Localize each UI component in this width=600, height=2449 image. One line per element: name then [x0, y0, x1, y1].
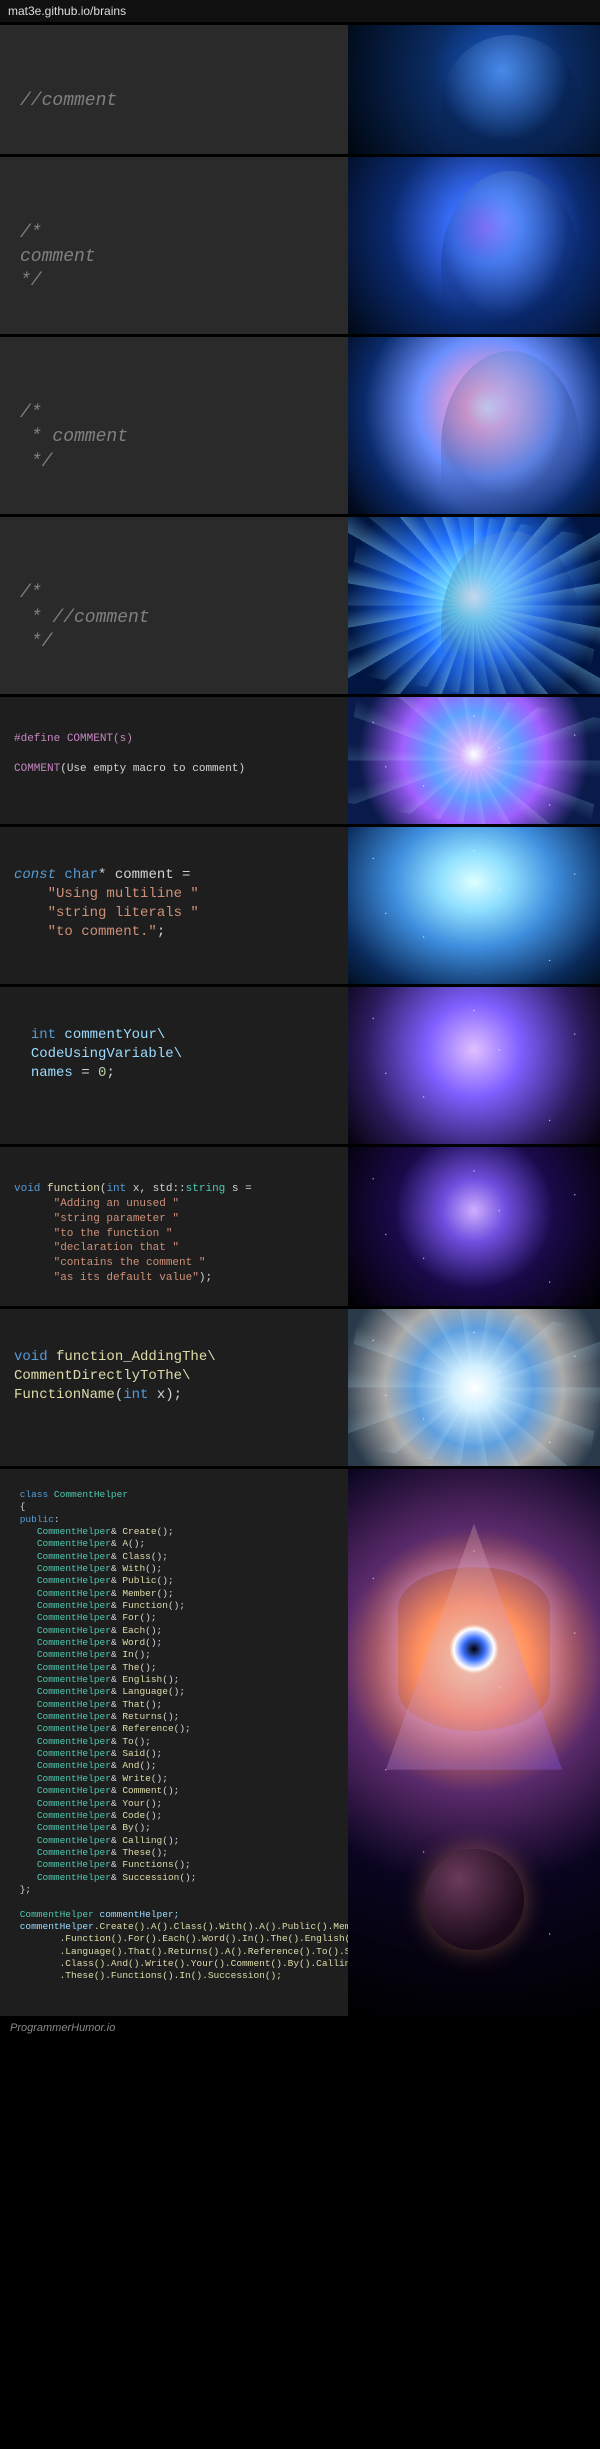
string-4: "declaration that " — [54, 1242, 179, 1254]
comment-close: */ — [20, 452, 52, 472]
eye-icon — [398, 1567, 549, 1731]
macro-call: COMMENT — [14, 763, 60, 775]
comment-text: //comment — [20, 91, 117, 111]
fn-line1: function_AddingThe\ — [48, 1349, 216, 1365]
brain-image-2 — [348, 157, 600, 334]
code-panel-7: int commentYour\ CodeUsingVariable\ name… — [0, 987, 348, 1144]
comment-open: /* — [20, 223, 42, 243]
planet-icon — [424, 1849, 525, 1950]
string-3: "to the function " — [54, 1228, 173, 1240]
string-2: "string parameter " — [54, 1213, 179, 1225]
code-panel-5: #define COMMENT(s) COMMENT(Use empty mac… — [0, 697, 348, 824]
string-1: "Adding an unused " — [54, 1198, 179, 1210]
comment-close: */ — [20, 632, 52, 652]
string-2: "string literals " — [48, 905, 199, 921]
meme-row-7: int commentYour\ CodeUsingVariable\ name… — [0, 984, 600, 1144]
var-line3: names — [31, 1065, 73, 1081]
string-6: "as its default value" — [54, 1272, 199, 1284]
equals: = — [174, 867, 191, 883]
brain-image-4 — [348, 517, 600, 694]
fn-line2: CommentDirectlyToThe\ — [14, 1368, 190, 1384]
meme-row-10: class CommentHelper { public: CommentHel… — [0, 1466, 600, 2016]
meme-row-8: void function(int x, std::string s = "Ad… — [0, 1144, 600, 1306]
void-keyword: void — [14, 1183, 40, 1195]
comment-open: /* — [20, 403, 42, 423]
semicolon: ; — [106, 1065, 114, 1081]
macro-args: (Use empty macro to comment) — [60, 763, 245, 775]
brain-image-3 — [348, 337, 600, 514]
define-keyword: #define — [14, 733, 60, 745]
code-panel-1: //comment — [0, 25, 348, 154]
meme-row-4: /* * //comment */ — [0, 514, 600, 694]
code-panel-8: void function(int x, std::string s = "Ad… — [0, 1147, 348, 1306]
code-panel-6: const char* comment = "Using multiline "… — [0, 827, 348, 984]
meme-row-1: //comment — [0, 22, 600, 154]
brain-image-5 — [348, 697, 600, 824]
int-keyword: int — [31, 1027, 56, 1043]
meme-row-2: /* comment */ — [0, 154, 600, 334]
brain-image-7 — [348, 987, 600, 1144]
function-name: function — [40, 1183, 99, 1195]
comment-body: comment — [20, 247, 96, 267]
meme-row-6: const char* comment = "Using multiline "… — [0, 824, 600, 984]
brain-image-8 — [348, 1147, 600, 1306]
watermark: ProgrammerHumor.io — [0, 2016, 600, 2040]
code-panel-9: void function_AddingThe\ CommentDirectly… — [0, 1309, 348, 1466]
fn-line3: FunctionName — [14, 1387, 115, 1403]
brain-image-9 — [348, 1309, 600, 1466]
var-line1: commentYour\ — [56, 1027, 165, 1043]
const-keyword: const — [14, 867, 56, 883]
code-panel-4: /* * //comment */ — [0, 517, 348, 694]
comment-close: */ — [20, 271, 42, 291]
code-panel-2: /* comment */ — [0, 157, 348, 334]
semicolon: ; — [157, 924, 165, 940]
char-keyword: char — [56, 867, 98, 883]
var-name: * comment — [98, 867, 174, 883]
code-panel-10: class CommentHelper { public: CommentHel… — [0, 1469, 348, 2016]
equals: = — [73, 1065, 98, 1081]
macro-name: COMMENT(s) — [60, 733, 133, 745]
var-line2: CodeUsingVariable\ — [31, 1046, 182, 1062]
comment-body: * comment — [20, 427, 128, 447]
code-panel-3: /* * comment */ — [0, 337, 348, 514]
string-1: "Using multiline " — [48, 886, 199, 902]
meme-row-5: #define COMMENT(s) COMMENT(Use empty mac… — [0, 694, 600, 824]
brain-image-10 — [348, 1469, 600, 2016]
string-3: "to comment." — [48, 924, 157, 940]
meme-row-3: /* * comment */ — [0, 334, 600, 514]
url-bar: mat3e.github.io/brains — [0, 0, 600, 22]
comment-open: /* — [20, 583, 42, 603]
meme-row-9: void function_AddingThe\ CommentDirectly… — [0, 1306, 600, 1466]
void-keyword: void — [14, 1349, 48, 1365]
comment-body: * //comment — [20, 608, 150, 628]
brain-image-6 — [348, 827, 600, 984]
string-5: "contains the comment " — [54, 1257, 206, 1269]
close-paren: ); — [199, 1272, 212, 1284]
brain-image-1 — [348, 25, 600, 154]
